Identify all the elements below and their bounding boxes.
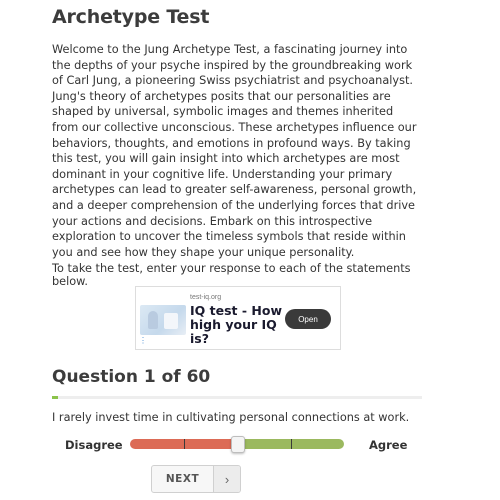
intro-paragraph: Welcome to the Jung Archetype Test, a fa… bbox=[52, 43, 417, 259]
ad-open-button[interactable]: Open bbox=[285, 309, 331, 329]
chevron-right-icon: › bbox=[213, 466, 240, 492]
instructions-text: To take the test, enter your response to… bbox=[52, 262, 411, 288]
next-button-label: NEXT bbox=[165, 473, 200, 485]
agreement-slider[interactable] bbox=[130, 436, 344, 453]
scale-label-disagree: Disagree bbox=[65, 438, 123, 452]
question-progress-bar bbox=[52, 396, 422, 399]
ad-source-domain: test-iq.org bbox=[190, 294, 222, 301]
question-statement: I rarely invest time in cultivating pers… bbox=[52, 411, 410, 424]
slider-handle[interactable] bbox=[231, 436, 245, 453]
next-button[interactable]: NEXT › bbox=[151, 465, 241, 493]
scale-label-agree: Agree bbox=[369, 438, 408, 452]
ad-headline[interactable]: IQ test - How high your IQ is? bbox=[190, 304, 290, 346]
advertisement-banner[interactable]: test-iq.org IQ test - How high your IQ i… bbox=[135, 286, 341, 350]
question-progress-fill bbox=[52, 396, 59, 399]
page-title: Archetype Test bbox=[52, 6, 210, 28]
ad-thumbnail-image bbox=[140, 305, 186, 335]
ad-info-icon[interactable]: ⋮ bbox=[139, 336, 147, 345]
question-heading: Question 1 of 60 bbox=[52, 367, 211, 387]
slider-tick bbox=[183, 439, 185, 449]
slider-tick bbox=[290, 439, 292, 449]
